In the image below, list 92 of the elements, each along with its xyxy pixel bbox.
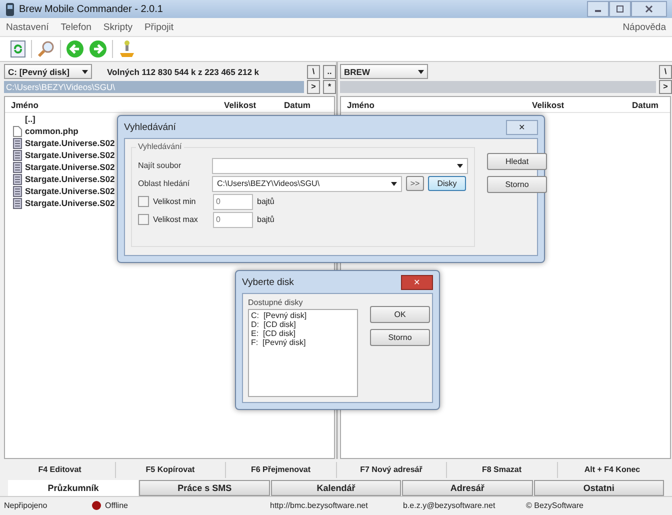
back-icon[interactable]	[66, 40, 84, 58]
close-icon	[645, 5, 653, 13]
file-name[interactable]: Stargate.Universe.S02	[25, 150, 115, 160]
function-key-button[interactable]: F7 Nový adresář	[336, 462, 447, 478]
film-icon	[13, 162, 22, 172]
disks-button[interactable]: Disky	[428, 176, 466, 191]
menu-item[interactable]: Skripty	[103, 22, 132, 32]
unit-label: bajtů	[257, 197, 274, 206]
column-header[interactable]: Velikost	[532, 100, 632, 110]
field-label: Najít soubor	[138, 161, 182, 170]
search-area-combo[interactable]: C:\Users\BEZY\Videos\SGU\	[212, 176, 402, 192]
film-icon	[13, 186, 22, 196]
column-header[interactable]: Datum	[632, 100, 670, 110]
file-name-combo[interactable]	[212, 158, 468, 174]
forward-icon[interactable]	[89, 40, 107, 58]
joystick-icon[interactable]	[118, 40, 136, 58]
free-space-label: Volných 112 830 544 k z 223 465 212 k	[107, 66, 260, 76]
maximize-icon	[616, 5, 624, 13]
dialog-button[interactable]: Hledat	[487, 153, 547, 170]
menu-item[interactable]: Nápověda	[622, 22, 666, 32]
dialog-title: Vyhledávání	[124, 122, 176, 132]
dialog-button[interactable]: Storno	[370, 329, 430, 346]
close-button[interactable]	[631, 1, 667, 17]
parent-button[interactable]: ..	[323, 64, 336, 78]
film-icon	[13, 198, 22, 208]
group-label: Vyhledávání	[136, 142, 184, 151]
close-button[interactable]: ✕	[506, 120, 538, 134]
tab[interactable]: Adresář	[402, 480, 533, 496]
file-name[interactable]: common.php	[25, 126, 78, 136]
file-name[interactable]: Stargate.Universe.S02	[25, 186, 115, 196]
checkbox[interactable]	[138, 196, 149, 207]
refresh-icon[interactable]	[10, 40, 26, 58]
status-text: Offline	[105, 501, 128, 510]
menu-item[interactable]: Telefon	[60, 22, 92, 32]
tab[interactable]: Práce s SMS	[139, 480, 270, 496]
maximize-button[interactable]	[609, 1, 631, 17]
go-button[interactable]: >	[307, 80, 320, 94]
field-label: Oblast hledání	[138, 179, 191, 188]
email-link[interactable]: b.e.z.y@bezysoftware.net	[395, 501, 518, 510]
column-header[interactable]: Velikost	[224, 100, 284, 110]
drive-dropdown[interactable]: C: [Pevný disk]	[4, 64, 92, 79]
menu-item[interactable]: Nastavení	[6, 22, 49, 32]
disk-item[interactable]: E: [CD disk]	[251, 329, 355, 338]
checkbox-label: Velikost min	[153, 197, 197, 206]
column-header[interactable]: Jméno	[341, 100, 532, 110]
checkbox-label: Velikost max	[153, 215, 199, 224]
search-icon[interactable]	[37, 40, 55, 58]
document-icon	[13, 126, 22, 136]
function-key-button[interactable]: F5 Kopírovat	[116, 462, 226, 478]
go-button[interactable]: >	[659, 80, 672, 94]
film-icon	[13, 174, 22, 184]
phone-icon	[5, 2, 15, 16]
film-icon	[13, 150, 22, 160]
unit-label: bajtů	[257, 215, 274, 224]
copyright-text: © BezySoftware	[525, 501, 584, 510]
minimize-button[interactable]	[587, 1, 609, 17]
function-key-button[interactable]: F4 Editovat	[5, 462, 116, 478]
column-header[interactable]: Datum	[284, 100, 334, 110]
tab[interactable]: Průzkumník	[8, 480, 138, 496]
dialog-button[interactable]: Storno	[487, 176, 547, 193]
window-title: Brew Mobile Commander - 2.0.1	[19, 4, 163, 14]
column-header[interactable]: Jméno	[5, 100, 224, 110]
filter-button[interactable]: *	[323, 80, 336, 94]
tab[interactable]: Kalendář	[270, 480, 402, 496]
dialog-button[interactable]: OK	[370, 306, 430, 323]
file-name[interactable]: Stargate.Universe.S02	[25, 174, 115, 184]
close-button[interactable]: ✕	[401, 274, 433, 290]
film-icon	[13, 138, 22, 148]
file-name[interactable]: Stargate.Universe.S02	[25, 138, 115, 148]
connection-status: Nepřipojeno	[3, 501, 48, 510]
file-name[interactable]: [..]	[25, 114, 36, 124]
website-link[interactable]: http://bmc.bezysoftware.net	[262, 501, 395, 510]
function-key-button[interactable]: F8 Smazat	[447, 462, 558, 478]
menu-item[interactable]: Připojit	[144, 22, 174, 32]
root-button[interactable]: \	[659, 64, 672, 78]
function-key-button[interactable]: Alt + F4 Konec	[558, 462, 667, 478]
dialog-title: Vyberte disk	[242, 276, 294, 288]
browse-button[interactable]: >>	[406, 176, 424, 191]
disk-item[interactable]: F: [Pevný disk]	[251, 338, 355, 347]
disk-item[interactable]: D: [CD disk]	[251, 320, 355, 329]
tab[interactable]: Ostatni	[534, 480, 664, 496]
disk-item[interactable]: C: [Pevný disk]	[251, 311, 355, 320]
checkbox[interactable]	[138, 214, 149, 225]
size-input[interactable]: 0	[213, 194, 253, 210]
root-button[interactable]: \	[307, 64, 320, 78]
file-name[interactable]: Stargate.Universe.S02	[25, 198, 115, 208]
file-name[interactable]: Stargate.Universe.S02	[25, 162, 115, 172]
path-bar: C:\Users\BEZY\Videos\SGU\	[4, 80, 304, 92]
function-key-button[interactable]: F6 Přejmenovat	[226, 462, 336, 478]
drive-dropdown[interactable]: BREW	[340, 64, 428, 79]
group-label: Dostupné disky	[248, 298, 304, 307]
size-input[interactable]: 0	[213, 212, 253, 228]
